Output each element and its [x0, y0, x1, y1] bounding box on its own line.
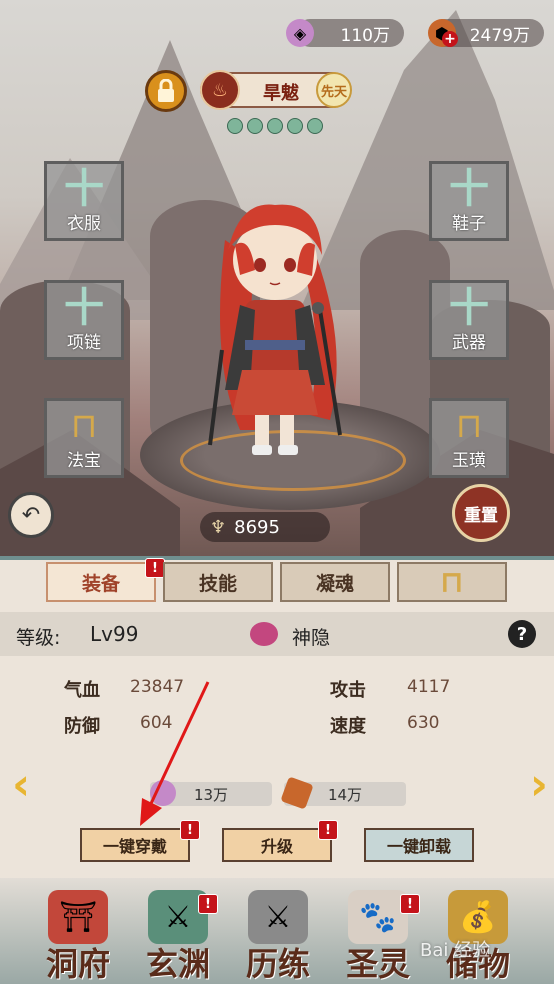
- slot-jade[interactable]: ⊓ 玉璜: [429, 398, 509, 478]
- alert-badge: !: [198, 894, 218, 914]
- tab-jade[interactable]: ⊓: [397, 562, 507, 602]
- combat-power: ♆ 8695: [200, 512, 330, 542]
- stat-atk-value: 4117: [407, 677, 451, 697]
- jade-amount: 110万: [340, 25, 390, 46]
- locked-slot-icon: ⊓: [455, 405, 483, 446]
- slot-treasure[interactable]: ⊓ 法宝: [44, 398, 124, 478]
- star-rating: [195, 118, 355, 134]
- stat-hp-label: 气血: [64, 680, 100, 701]
- rank-label: 神隐: [292, 627, 331, 649]
- lock-icon: [158, 79, 174, 102]
- level-label: 等级:: [16, 627, 61, 649]
- nav-storage[interactable]: 💰 储物: [428, 880, 528, 984]
- jade-icon: ◈: [286, 19, 314, 47]
- alert-badge: !: [318, 820, 338, 840]
- alert-badge: !: [145, 558, 165, 578]
- nav-trial[interactable]: ⚔ 历练: [228, 880, 328, 984]
- combat-power-value: 8695: [234, 516, 280, 538]
- help-icon: ?: [516, 623, 528, 645]
- stat-spd-value: 630: [407, 713, 440, 733]
- equip-all-button[interactable]: 一键穿戴: [80, 828, 190, 862]
- stat-def-label: 防御: [64, 716, 100, 737]
- stat-spd-label: 速度: [330, 716, 366, 737]
- help-button[interactable]: ?: [508, 620, 536, 648]
- star-icon: [287, 118, 303, 134]
- back-button[interactable]: ↶: [8, 492, 54, 538]
- spirit-beast-icon: 🐾: [348, 890, 408, 944]
- stat-atk-label: 攻击: [330, 680, 366, 701]
- slot-necklace[interactable]: 十 项链: [44, 280, 124, 360]
- level-value: Lv99: [90, 622, 139, 646]
- annotation-arrow-icon: [140, 681, 210, 826]
- slot-clothes[interactable]: 十 衣服: [44, 161, 124, 241]
- fire-element-icon: ♨: [200, 70, 240, 110]
- star-icon: [247, 118, 263, 134]
- prev-arrow-icon[interactable]: ‹: [12, 762, 52, 808]
- reset-button[interactable]: 重置: [452, 484, 510, 542]
- star-icon: [267, 118, 283, 134]
- tab-equip[interactable]: 装备: [46, 562, 156, 602]
- add-icon: 十: [64, 165, 104, 212]
- slot-weapon[interactable]: 十 武器: [429, 280, 509, 360]
- back-arrow-icon: ↶: [21, 502, 41, 528]
- slot-shoes[interactable]: 十 鞋子: [429, 161, 509, 241]
- blade-icon: ⚔: [248, 890, 308, 944]
- nav-mansion[interactable]: ⛩ 洞府: [28, 880, 128, 984]
- add-icon: 十: [449, 284, 489, 331]
- gold-amount: 2479万: [469, 25, 530, 46]
- star-icon: [307, 118, 323, 134]
- power-icon: ♆: [210, 516, 227, 538]
- hero-trait-badge: 先天: [316, 72, 352, 108]
- tab-soul[interactable]: 凝魂: [280, 562, 390, 602]
- unequip-all-button[interactable]: 一键卸载: [364, 828, 474, 862]
- add-gold-button[interactable]: +: [442, 31, 458, 47]
- jade-slot-icon: ⊓: [440, 564, 464, 600]
- upgrade-button[interactable]: 升级: [222, 828, 332, 862]
- hero-name: 旱魃: [263, 83, 299, 104]
- rank-icon: [250, 622, 278, 646]
- lock-button[interactable]: [145, 70, 187, 112]
- locked-slot-icon: ⊓: [70, 405, 98, 446]
- watermark: Bai 经验: [420, 940, 491, 961]
- tab-skill[interactable]: 技能: [163, 562, 273, 602]
- hero-character[interactable]: [150, 180, 400, 500]
- alert-badge: !: [400, 894, 420, 914]
- add-icon: 十: [449, 165, 489, 212]
- star-icon: [227, 118, 243, 134]
- add-icon: 十: [64, 284, 104, 331]
- next-arrow-icon[interactable]: ›: [508, 762, 548, 808]
- mansion-icon: ⛩: [48, 890, 108, 944]
